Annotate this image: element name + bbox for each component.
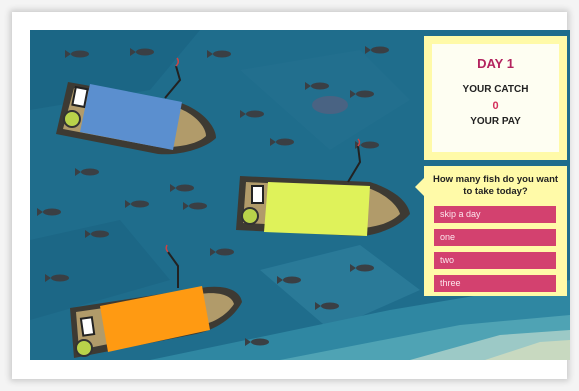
option-three-button[interactable]: three xyxy=(434,275,556,292)
option-skip-a-day-button[interactable]: skip a day xyxy=(434,206,556,223)
catch-value: 0 xyxy=(492,100,499,112)
question-panel: How many fish do you want to take today?… xyxy=(415,166,567,296)
option-two-button[interactable]: two xyxy=(434,252,556,269)
panel-pointer xyxy=(415,178,424,196)
option-one-button[interactable]: one xyxy=(434,229,556,246)
status-panel-inner: DAY 1 YOUR CATCH 0 YOUR PAY xyxy=(432,44,559,152)
seaweed-patch xyxy=(312,96,348,114)
catch-label: YOUR CATCH xyxy=(462,84,529,95)
status-panel: DAY 1 YOUR CATCH 0 YOUR PAY xyxy=(424,36,567,160)
day-title: DAY 1 xyxy=(477,56,514,71)
question-text: How many fish do you want to take today? xyxy=(432,174,559,197)
pay-label: YOUR PAY xyxy=(470,116,521,127)
